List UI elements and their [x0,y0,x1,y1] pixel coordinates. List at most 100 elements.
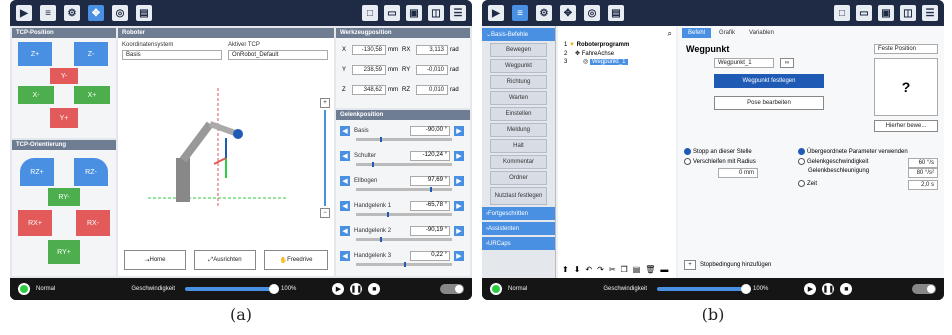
nav-category[interactable]: › Fortgeschritten [482,207,555,220]
program-icon[interactable]: ≡ [40,5,56,21]
opt-parent[interactable]: Übergeordnete Parameter verwenden [798,148,908,155]
speed-slider[interactable] [185,284,280,294]
radio-icon[interactable] [684,158,691,165]
save-file-icon[interactable]: ▣ [878,5,894,21]
axis-value[interactable]: -130,58 [352,45,386,55]
radio-icon[interactable] [798,148,805,155]
rx-plus-button[interactable]: RX+ [18,210,52,236]
paste-icon[interactable]: ▤ [633,265,641,274]
delete-icon[interactable]: 🗑 [645,265,655,274]
joint-slider[interactable] [356,262,452,267]
joint-plus-button[interactable]: ▶ [454,201,464,211]
time-field[interactable]: 2,0 s [908,180,938,190]
redo-icon[interactable]: ↷ [597,265,604,274]
rot-axis-value[interactable]: 0,010 [416,85,448,95]
move-down-icon[interactable]: ⬇ [574,265,581,274]
y-up-button[interactable]: Y- [50,68,78,84]
blend-radius-field[interactable]: 0 mm [718,168,758,178]
home-button[interactable]: ⇢ Home [124,250,186,270]
joint-value[interactable]: 97,69 ° [410,176,450,186]
joint-minus-button[interactable]: ◀ [340,201,350,211]
nav-item[interactable]: Richtung [490,75,547,89]
open-file-icon[interactable]: ▭ [384,5,400,21]
joint-slider[interactable] [356,162,452,167]
menu-icon[interactable]: ☰ [450,5,466,21]
joint-speed-field[interactable]: 60 °/s [908,158,938,168]
joint-plus-button[interactable]: ▶ [454,151,464,161]
radio-icon[interactable] [684,148,691,155]
nav-category[interactable]: › Assistenten [482,222,555,235]
nav-item[interactable]: Kommentar [490,155,547,169]
edit-pose-button[interactable]: Pose bearbeiten [714,96,824,110]
power-status-icon[interactable] [490,283,502,295]
new-file-icon[interactable]: □ [362,5,378,21]
nav-item[interactable]: Halt [490,139,547,153]
tab-command[interactable]: Befehl [682,28,712,38]
joint-slider[interactable] [356,212,452,217]
opt-blend[interactable]: Verschleifen mit Radius [684,158,756,165]
joint-slider[interactable] [356,137,452,142]
joint-value[interactable]: -65,78 ° [410,201,450,211]
joint-minus-button[interactable]: ◀ [340,126,350,136]
z-up-button[interactable]: Z+ [18,42,52,66]
position-type-select[interactable]: Feste Position [874,44,938,54]
pause-icon[interactable]: ❚❚ [822,283,835,295]
set-waypoint-button[interactable]: Wegpunkt festlegen [714,74,824,88]
tab-variables[interactable]: Variablen [743,28,780,38]
io-icon[interactable]: ◎ [584,5,600,21]
installation-icon[interactable]: ⚙ [64,5,80,21]
rz-minus-button[interactable]: RZ- [74,158,108,186]
power-status-icon[interactable] [18,283,30,295]
joint-minus-button[interactable]: ◀ [340,176,350,186]
joint-plus-button[interactable]: ▶ [454,226,464,236]
coord-select[interactable]: Basis [122,50,222,60]
ry-down-button[interactable]: RY+ [48,240,80,264]
stop-icon[interactable]: ■ [840,283,853,295]
zoom-out-button[interactable]: − [320,208,330,218]
joint-value[interactable]: -120,24 ° [410,151,450,161]
undo-icon[interactable]: ↶ [585,265,592,274]
nav-item[interactable]: Nutzlast festlegen [490,187,547,205]
tab-graphics[interactable]: Grafik [713,28,741,38]
cut-icon[interactable]: ✂ [609,265,616,274]
axis-value[interactable]: 348,62 [352,85,386,95]
nav-item[interactable]: Meldung [490,123,547,137]
rot-axis-value[interactable]: 3,113 [416,45,448,55]
joint-slider[interactable] [356,187,452,192]
zoom-slider[interactable] [324,110,326,206]
opt-stop[interactable]: Stopp an dieser Stelle [684,148,752,155]
tree-item-waypoint[interactable]: 3 ◎ Wegpunkt_1 [564,58,628,65]
axis-value[interactable]: 238,59 [352,65,386,75]
robot-3d-view[interactable] [138,78,298,228]
suppress-icon[interactable]: ▬ [660,265,668,274]
play-icon[interactable]: ▶ [804,283,817,295]
joint-value[interactable]: -90,00 ° [410,126,450,136]
run-icon[interactable]: ▶ [16,5,32,21]
speed-slider[interactable] [657,284,752,294]
nav-item[interactable]: Wegpunkt [490,59,547,73]
joint-plus-button[interactable]: ▶ [454,176,464,186]
tree-item-move[interactable]: 2 ✥ FahreAchse [564,50,614,57]
align-button[interactable]: ⤢ Ausrichten [194,250,256,270]
nav-basic-header[interactable]: ⌄ Basis-Befehle [482,28,555,41]
rz-plus-button[interactable]: RZ+ [20,158,54,186]
waypoint-name-field[interactable]: Wegpunkt_1 [714,58,774,68]
y-down-button[interactable]: Y+ [50,108,78,128]
joint-minus-button[interactable]: ◀ [340,226,350,236]
joint-minus-button[interactable]: ◀ [340,251,350,261]
zoom-in-button[interactable]: + [320,98,330,108]
rot-axis-value[interactable]: -0,010 [416,65,448,75]
program-icon[interactable]: ≡ [512,5,528,21]
save-file-icon[interactable]: ▣ [406,5,422,21]
installation-icon[interactable]: ⚙ [536,5,552,21]
joint-minus-button[interactable]: ◀ [340,151,350,161]
link-icon[interactable]: ∞ [780,58,794,68]
joint-plus-button[interactable]: ▶ [454,251,464,261]
nav-item[interactable]: Bewegen [490,43,547,57]
z-down-button[interactable]: Z- [74,42,108,66]
joint-value[interactable]: -90,19 ° [410,226,450,236]
joint-slider[interactable] [356,237,452,242]
stop-icon[interactable]: ■ [368,283,381,295]
new-file-icon[interactable]: □ [834,5,850,21]
nav-item[interactable]: Ordner [490,171,547,185]
